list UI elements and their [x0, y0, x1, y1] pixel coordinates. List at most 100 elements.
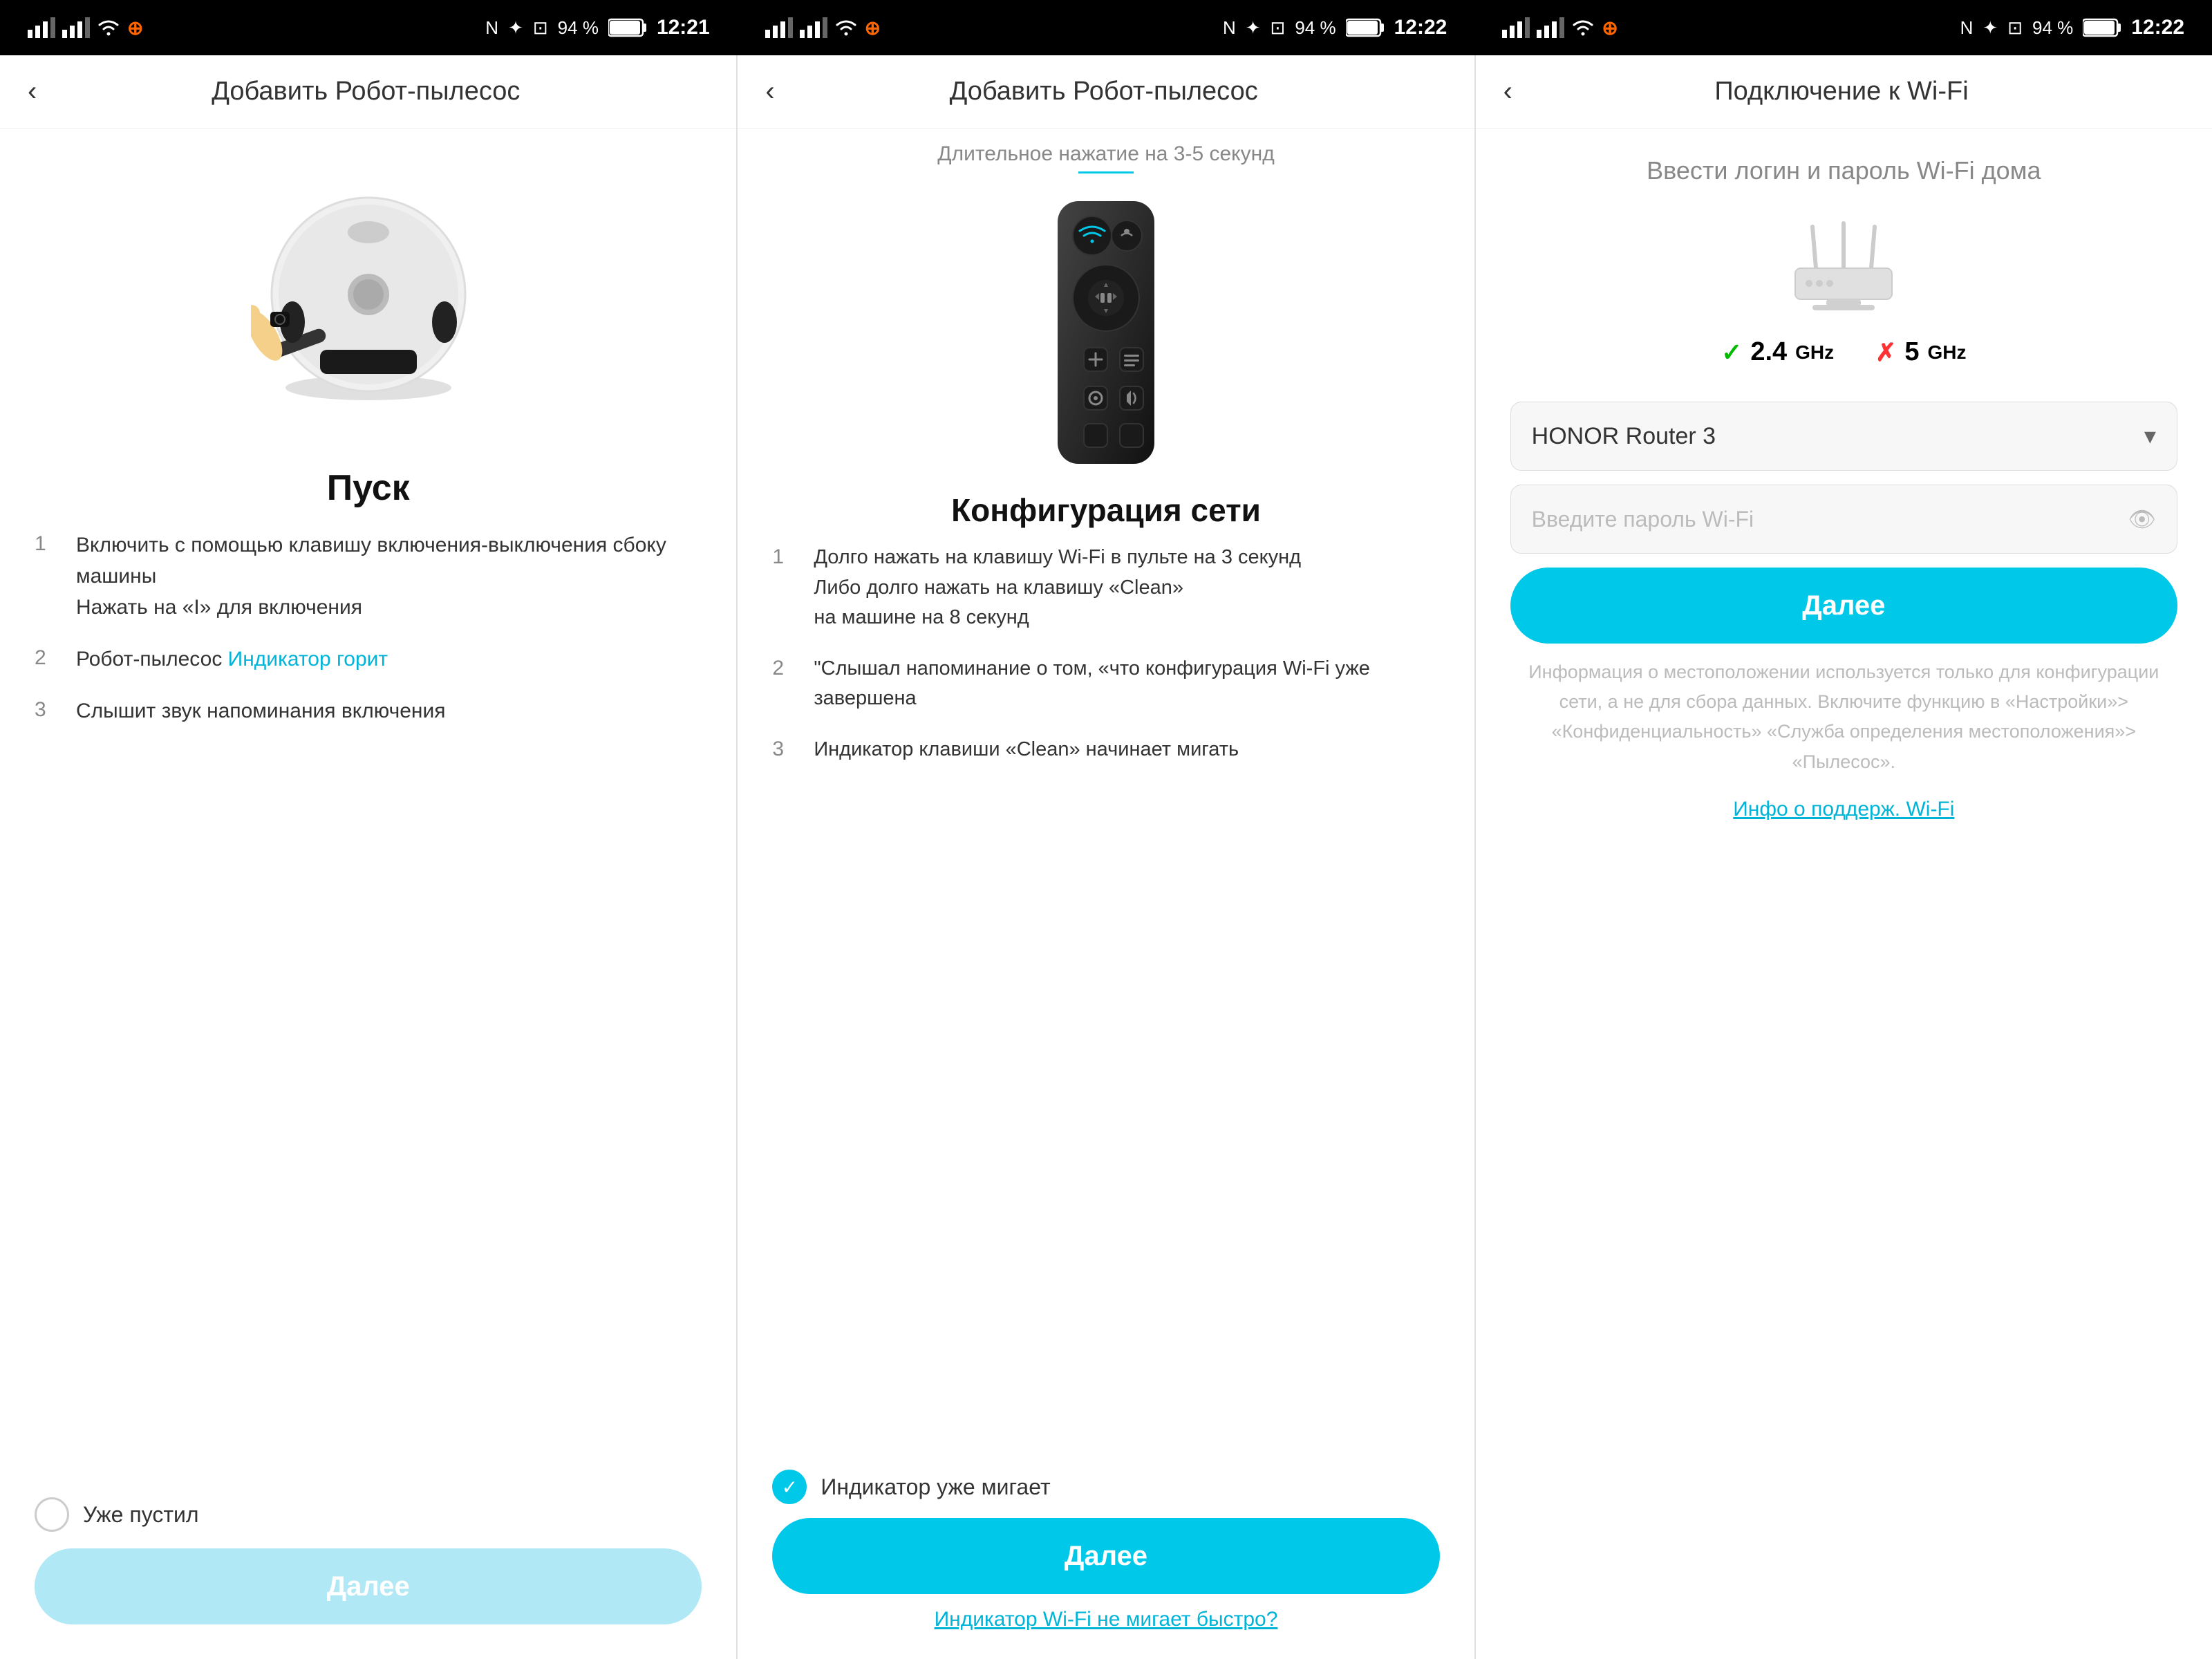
wifi-support-link[interactable]: Инфо о поддерж. Wi-Fi — [1733, 798, 1954, 821]
router-icon-area — [1476, 199, 2212, 330]
panel2-title: Добавить Робот-пылесос — [789, 77, 1419, 106]
section-title-2-text: Конфигурация сети — [951, 492, 1261, 528]
freq-5-label: 5 — [1904, 337, 1919, 367]
wifi-network-dropdown[interactable]: HONOR Router 3 ▾ — [1510, 402, 2177, 471]
location-info-text: Информация о местоположении используется… — [1476, 644, 2212, 791]
panel2: ‹ Добавить Робот-пылесос Длительное нажа… — [738, 55, 1475, 1659]
orange-icon-2: ⊕ — [865, 17, 881, 39]
panel1-section-title: Пуск — [0, 460, 736, 529]
panel2-wifi-blink-link[interactable]: Индикатор Wi-Fi не мигает быстро? — [772, 1608, 1439, 1631]
hint-text: Длительное нажатие на 3-5 секунд — [937, 142, 1274, 165]
freq-24: ✓ 2.4 GHz — [1721, 337, 1834, 367]
status-left-2: ⊕ — [765, 17, 881, 39]
panel2-back-button[interactable]: ‹ — [765, 76, 774, 107]
step-num-2: 2 — [35, 644, 62, 670]
nfc-icon-1: N — [485, 17, 498, 39]
panel1-checkbox[interactable] — [35, 1497, 69, 1532]
wifi-network-name: HONOR Router 3 — [1532, 423, 1716, 450]
step2-num-3: 3 — [772, 735, 800, 761]
wifi-intro-text: Ввести логин и пароль Wi-Fi дома — [1476, 129, 2212, 199]
step-text-2: Робот-пылесос Индикатор горит — [76, 644, 388, 675]
panels-container: ‹ Добавить Робот-пылесос — [0, 55, 2212, 1659]
password-field[interactable]: Введите пароль Wi-Fi 👁 — [1510, 485, 2177, 554]
panel1-next-button[interactable]: Далее — [35, 1548, 702, 1624]
eye-icon[interactable]: 👁 — [2128, 506, 2156, 532]
status-bar: ⊕ N ✦ ⊡ 94 % 12:21 — [0, 0, 2212, 55]
step2-item-2: 2 "Слышал напоминание о том, «что конфиг… — [772, 654, 1439, 714]
panel2-steps: 1 Долго нажать на клавишу Wi-Fi в пульте… — [738, 543, 1474, 1449]
freq-5: ✗ 5GHz — [1875, 337, 1966, 367]
orange-icon-3: ⊕ — [1602, 17, 1618, 39]
signal-icon-1b — [62, 17, 90, 38]
panel2-bottom: ✓ Индикатор уже мигает Далее Индикатор W… — [738, 1449, 1474, 1659]
signal-icon-2 — [765, 17, 793, 38]
signal-icon-2b — [800, 17, 827, 38]
freq-24-label: 2.4 — [1750, 337, 1787, 367]
step-text-3: Слышит звук напоминания включения — [76, 695, 445, 727]
panel2-section-title: Конфигурация сети — [738, 485, 1474, 543]
status-bar-panel3: ⊕ N ✦ ⊡ 94 % 12:22 — [1474, 0, 2212, 55]
freq-row: ✓ 2.4 GHz ✗ 5GHz — [1476, 330, 2212, 388]
step2-text-2: "Слышал напоминание о том, «что конфигур… — [814, 654, 1439, 714]
step2-text-1: Долго нажать на клавишу Wi-Fi в пульте н… — [814, 543, 1301, 633]
nfc-icon-2: N — [1223, 17, 1236, 39]
battery-icon-2 — [1346, 18, 1385, 37]
battery-icon-3 — [2083, 18, 2121, 37]
nfc-icon-3: N — [1960, 17, 1974, 39]
remote-image-area — [738, 180, 1474, 485]
panel1-checkbox-row[interactable]: Уже пустил — [35, 1497, 702, 1532]
step2-text-3: Индикатор клавиши «Clean» начинает мигат… — [814, 735, 1239, 765]
step-num-3: 3 — [35, 695, 62, 722]
signal-icon-3b — [1537, 17, 1564, 38]
step2-item-3: 3 Индикатор клавиши «Clean» начинает миг… — [772, 735, 1439, 765]
panel2-long-press-hint: Длительное нажатие на 3-5 секунд — [738, 129, 1474, 180]
notification-icon-3: ⊡ — [2007, 17, 2023, 39]
status-bar-panel1: ⊕ N ✦ ⊡ 94 % 12:21 — [0, 0, 738, 55]
panel3-title: Подключение к Wi-Fi — [1526, 77, 2157, 106]
panel3-back-button[interactable]: ‹ — [1503, 76, 1512, 107]
step2-num-1: 1 — [772, 543, 800, 569]
router-image — [1774, 213, 1913, 317]
freq-24-check-icon: ✓ — [1721, 338, 1742, 367]
panel3: ‹ Подключение к Wi-Fi Ввести логин и пар… — [1476, 55, 2212, 1659]
battery-3: 94 % — [2032, 17, 2073, 39]
step-num-1: 1 — [35, 529, 62, 556]
step-item-2: 2 Робот-пылесос Индикатор горит — [35, 644, 702, 675]
panel2-next-button[interactable]: Далее — [772, 1518, 1439, 1594]
panel1-back-button[interactable]: ‹ — [28, 76, 37, 107]
orange-icon-1: ⊕ — [127, 17, 143, 39]
battery-2: 94 % — [1295, 17, 1335, 39]
panel2-checked-row[interactable]: ✓ Индикатор уже мигает — [772, 1470, 1439, 1504]
battery-1: 94 % — [558, 17, 599, 39]
step2-item-1: 1 Долго нажать на клавишу Wi-Fi в пульте… — [772, 543, 1439, 633]
status-right-3: N ✦ ⊡ 94 % 12:22 — [1960, 16, 2184, 39]
freq-24-unit: GHz — [1795, 341, 1834, 364]
signal-icon-3 — [1502, 17, 1530, 38]
panel3-header: ‹ Подключение к Wi-Fi — [1476, 55, 2212, 129]
status-bar-panel2: ⊕ N ✦ ⊡ 94 % 12:22 — [738, 0, 1475, 55]
freq-5-cross-icon: ✗ — [1875, 338, 1896, 367]
bluetooth-icon-2: ✦ — [1246, 17, 1261, 39]
panel3-next-button[interactable]: Далее — [1510, 568, 2177, 644]
battery-icon-1 — [608, 18, 647, 37]
wifi-icon-3 — [1571, 17, 1595, 38]
notification-icon-2: ⊡ — [1271, 17, 1286, 39]
panel2-header: ‹ Добавить Робот-пылесос — [738, 55, 1474, 129]
panel2-checkbox-label: Индикатор уже мигает — [821, 1474, 1050, 1500]
password-placeholder: Введите пароль Wi-Fi — [1532, 507, 2128, 532]
status-left-3: ⊕ — [1502, 17, 1618, 39]
panel1-title: Добавить Робот-пылесос — [50, 77, 681, 106]
step-item-1: 1 Включить с помощью клавишу включения-в… — [35, 529, 702, 623]
panel1-checkbox-label: Уже пустил — [83, 1502, 199, 1528]
bluetooth-icon-3: ✦ — [1983, 17, 1998, 39]
wifi-icon-2 — [834, 17, 858, 38]
bluetooth-icon-1: ✦ — [508, 17, 523, 39]
step-item-3: 3 Слышит звук напоминания включения — [35, 695, 702, 727]
panel1-bottom: Уже пустил Далее — [0, 1477, 736, 1659]
time-3: 12:22 — [2131, 16, 2184, 39]
time-1: 12:21 — [657, 16, 710, 39]
panel1-header: ‹ Добавить Робот-пылесос — [0, 55, 736, 129]
signal-icon-1 — [28, 17, 55, 38]
chevron-down-icon: ▾ — [2144, 422, 2156, 450]
step2-num-2: 2 — [772, 654, 800, 680]
